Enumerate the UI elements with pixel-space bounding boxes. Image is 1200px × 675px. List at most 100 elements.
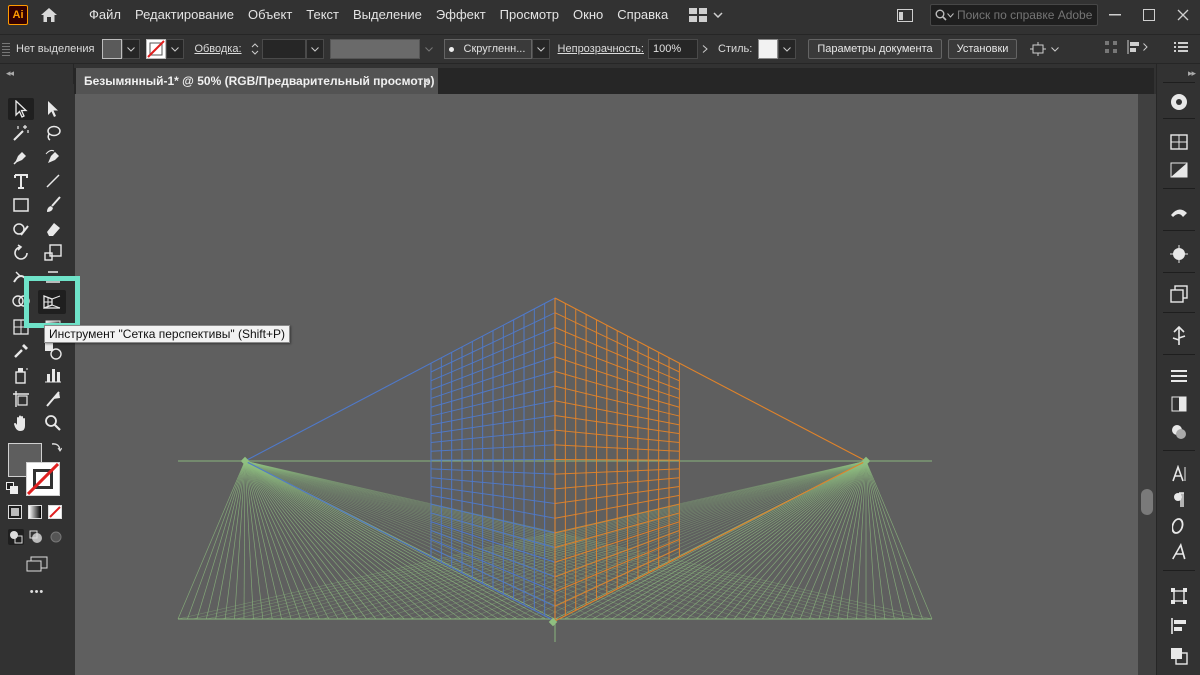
panel-divider (1163, 188, 1195, 189)
menu-window[interactable]: Окно (566, 0, 610, 30)
menu-object[interactable]: Объект (241, 0, 299, 30)
paintbrush-tool[interactable] (40, 194, 66, 216)
close-tab-button[interactable]: × (423, 74, 430, 88)
slice-tool[interactable] (40, 388, 66, 410)
gradient-mode-icon[interactable] (28, 505, 42, 519)
opacity-label[interactable]: Непрозрачность: (558, 43, 644, 55)
panels-collapse-button[interactable]: ▸▸ (1157, 68, 1200, 80)
document-setup-button[interactable]: Параметры документа (808, 39, 942, 59)
type-tool[interactable] (8, 170, 34, 192)
graphic-style-dropdown[interactable] (778, 39, 797, 59)
stroke-panel-icon[interactable] (1165, 364, 1193, 388)
preferences-button[interactable]: Установки (947, 39, 1018, 59)
artboard-tool[interactable] (8, 388, 34, 410)
paragraph-panel-icon[interactable] (1165, 488, 1193, 512)
eraser-tool[interactable] (40, 218, 66, 240)
canvas[interactable] (75, 94, 1138, 675)
panel-menu-icon[interactable] (1174, 41, 1188, 56)
line-segment-tool[interactable] (40, 170, 66, 192)
default-colors-icon[interactable] (6, 482, 18, 497)
graphic-style-swatch[interactable] (758, 39, 779, 59)
selection-tool[interactable] (8, 98, 34, 120)
rectangle-tool[interactable] (8, 194, 34, 216)
menu-view[interactable]: Просмотр (493, 0, 566, 30)
help-search-input[interactable] (957, 8, 1097, 22)
symbol-sprayer-tool[interactable] (8, 364, 34, 386)
scale-tool[interactable] (40, 242, 66, 264)
transform-panel-icon[interactable] (1165, 584, 1193, 608)
stroke-swatch[interactable] (146, 39, 167, 59)
character-panel-icon[interactable] (1165, 462, 1193, 486)
column-graph-tool[interactable] (40, 364, 66, 386)
draw-normal-icon[interactable] (8, 529, 24, 545)
menu-file[interactable]: Файл (82, 0, 128, 30)
close-button[interactable] (1166, 0, 1200, 30)
vertical-scrollbar[interactable] (1138, 94, 1156, 675)
gradient-panel-icon[interactable] (1165, 158, 1193, 182)
magic-wand-tool[interactable] (8, 122, 34, 144)
help-search[interactable] (930, 4, 1098, 26)
none-mode-icon[interactable] (48, 505, 62, 519)
curvature-tool[interactable] (40, 146, 66, 168)
align-grid-icon[interactable] (1104, 40, 1118, 57)
pen-tool[interactable] (8, 146, 34, 168)
variable-width-profile[interactable] (329, 39, 420, 59)
transparency-panel-icon[interactable] (1165, 392, 1193, 416)
appearance-panel-icon[interactable] (1165, 282, 1193, 306)
stroke-weight-stepper[interactable] (248, 39, 262, 59)
grip-handle[interactable] (2, 39, 10, 59)
screen-mode-icon[interactable] (26, 556, 48, 575)
swatches-panel-icon[interactable] (1165, 130, 1193, 154)
rotate-tool[interactable] (8, 242, 34, 264)
maximize-button[interactable] (1132, 0, 1166, 30)
brush-definition-field[interactable]: Скругленн... (443, 39, 532, 59)
menu-edit[interactable]: Редактирование (128, 0, 241, 30)
transform-options[interactable] (1029, 41, 1060, 57)
shaper-tool[interactable] (8, 218, 34, 240)
arrange-documents-icon[interactable] (888, 0, 922, 30)
tools-collapse-button[interactable]: ◂◂ (0, 68, 74, 80)
menu-type[interactable]: Текст (299, 0, 346, 30)
hand-tool[interactable] (8, 412, 34, 434)
workspace-switcher[interactable] (689, 8, 723, 22)
perspective-grid[interactable] (75, 94, 1138, 675)
glyphs-panel-icon[interactable] (1165, 540, 1193, 564)
stroke-weight-field[interactable] (261, 39, 306, 59)
direct-selection-tool[interactable] (40, 98, 66, 120)
export-panel-icon[interactable] (1165, 324, 1193, 348)
menu-select[interactable]: Выделение (346, 0, 429, 30)
draw-behind-icon[interactable] (28, 529, 44, 548)
align-objects-icon[interactable] (1126, 40, 1148, 54)
stroke-dropdown[interactable] (166, 39, 185, 59)
stroke-label[interactable]: Обводка: (194, 43, 241, 55)
minimize-button[interactable] (1098, 0, 1132, 30)
opentype-panel-icon[interactable] (1165, 514, 1193, 538)
scrollbar-thumb[interactable] (1141, 489, 1153, 515)
symbols-panel-icon[interactable] (1165, 242, 1193, 266)
graphic-styles-icon[interactable] (1165, 420, 1193, 444)
blend-tool[interactable] (40, 340, 66, 362)
document-tab[interactable]: Безымянный-1* @ 50% (RGB/Предварительный… (76, 68, 438, 94)
brushes-panel-icon[interactable] (1165, 200, 1193, 224)
stroke-color-box[interactable] (26, 462, 60, 496)
home-icon[interactable] (38, 4, 60, 26)
pathfinder-panel-icon[interactable] (1165, 644, 1193, 668)
eyedropper-tool[interactable] (8, 340, 34, 362)
color-panel-icon[interactable] (1165, 90, 1193, 114)
profile-dropdown[interactable] (420, 39, 438, 59)
opacity-field[interactable]: 100% (647, 39, 698, 59)
opacity-arrow-icon[interactable] (698, 39, 712, 59)
color-mode-icon[interactable] (8, 505, 22, 519)
menu-help[interactable]: Справка (610, 0, 675, 30)
align-panel-icon[interactable] (1165, 614, 1193, 638)
draw-inside-icon[interactable] (48, 529, 64, 548)
stroke-weight-dropdown[interactable] (305, 39, 324, 59)
brush-dropdown[interactable] (531, 39, 550, 59)
zoom-tool[interactable] (40, 412, 66, 434)
fill-dropdown[interactable] (122, 39, 141, 59)
menu-effect[interactable]: Эффект (429, 0, 493, 30)
fill-swatch[interactable] (102, 39, 123, 59)
edit-toolbar-button[interactable]: ••• (0, 586, 74, 598)
lasso-tool[interactable] (40, 122, 66, 144)
swap-fill-stroke-icon[interactable] (50, 441, 63, 456)
